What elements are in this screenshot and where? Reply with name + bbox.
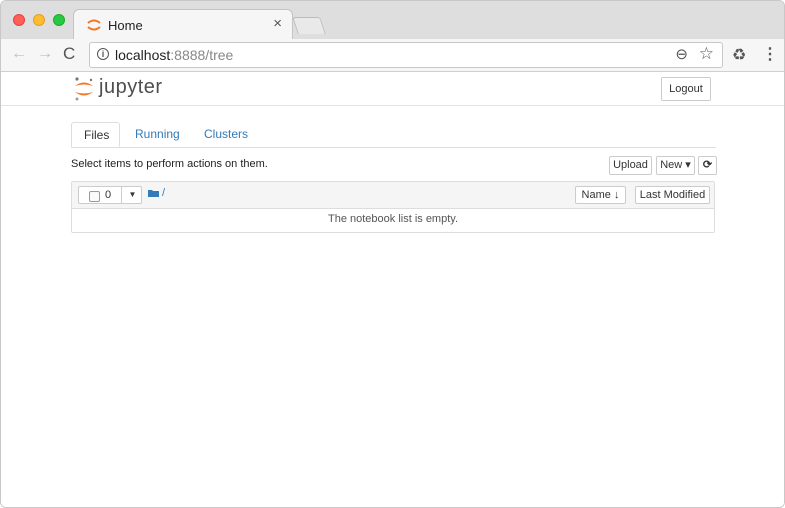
select-dropdown-caret-icon[interactable]: ▼ xyxy=(121,186,143,204)
maximize-window-button[interactable] xyxy=(53,14,65,26)
logout-button[interactable]: Logout xyxy=(661,77,711,101)
folder-icon[interactable] xyxy=(148,189,159,197)
jupyter-logo-icon[interactable] xyxy=(73,76,95,102)
refresh-icon[interactable]: ⟳ xyxy=(698,156,717,175)
browser-toolbar: ← → C i localhost:8888/tree ⊖ ☆ ♻ ⋮ xyxy=(1,39,784,72)
notebook-tabs: Files Running Clusters xyxy=(71,122,716,148)
close-window-button[interactable] xyxy=(13,14,25,26)
breadcrumb-root[interactable]: / xyxy=(162,187,165,199)
select-all-group: 0 ▼ xyxy=(78,186,142,204)
notebook-list-header: 0 ▼ / Name ↓ Last Modified xyxy=(72,182,714,209)
jupyter-header: jupyter Logout xyxy=(1,72,784,106)
tab-title: Home xyxy=(108,18,143,33)
jupyter-tree-page: jupyter Logout Files Running Clusters Se… xyxy=(1,72,784,507)
notebook-list: 0 ▼ / Name ↓ Last Modified The notebook … xyxy=(71,181,715,233)
minimize-window-button[interactable] xyxy=(33,14,45,26)
selection-hint: Select items to perform actions on them. xyxy=(71,158,268,170)
reload-icon[interactable]: C xyxy=(63,44,75,64)
select-all-checkbox[interactable] xyxy=(89,191,100,202)
selected-count: 0 xyxy=(105,189,112,201)
jupyter-wordmark[interactable]: jupyter xyxy=(99,76,163,99)
tab-strip: Home × xyxy=(1,1,784,40)
sort-by-name-button[interactable]: Name ↓ xyxy=(575,186,626,204)
browser-tab-home[interactable]: Home × xyxy=(73,9,293,40)
url-host: localhost xyxy=(115,47,171,63)
back-arrow-icon[interactable]: ← xyxy=(11,45,27,63)
upload-button[interactable]: Upload xyxy=(609,156,652,175)
browser-menu-icon[interactable]: ⋮ xyxy=(762,44,778,64)
new-tab-button[interactable] xyxy=(292,17,326,34)
site-info-icon[interactable]: i xyxy=(97,48,109,60)
forward-arrow-icon[interactable]: → xyxy=(37,45,53,63)
tab-running[interactable]: Running xyxy=(135,122,180,147)
new-dropdown-button[interactable]: New ▾ xyxy=(656,156,695,175)
url-path: :8888/tree xyxy=(170,47,234,63)
address-bar[interactable]: i localhost:8888/tree ⊖ ☆ xyxy=(89,42,723,68)
empty-list-message: The notebook list is empty. xyxy=(327,213,459,225)
tab-clusters[interactable]: Clusters xyxy=(204,122,248,147)
tab-files[interactable]: Files xyxy=(71,122,120,147)
bookmark-star-icon[interactable]: ☆ xyxy=(699,44,714,64)
extension-recycle-icon[interactable]: ♻ xyxy=(732,45,746,65)
browser-window: Home × ← → C i localhost:8888/tree ⊖ ☆ ♻… xyxy=(0,0,785,508)
url-text[interactable]: localhost:8888/tree xyxy=(115,47,233,63)
zoom-out-icon[interactable]: ⊖ xyxy=(675,45,688,63)
jupyter-favicon-icon xyxy=(87,19,101,31)
sort-by-last-modified-button[interactable]: Last Modified xyxy=(635,186,710,204)
close-tab-icon[interactable]: × xyxy=(273,15,282,32)
